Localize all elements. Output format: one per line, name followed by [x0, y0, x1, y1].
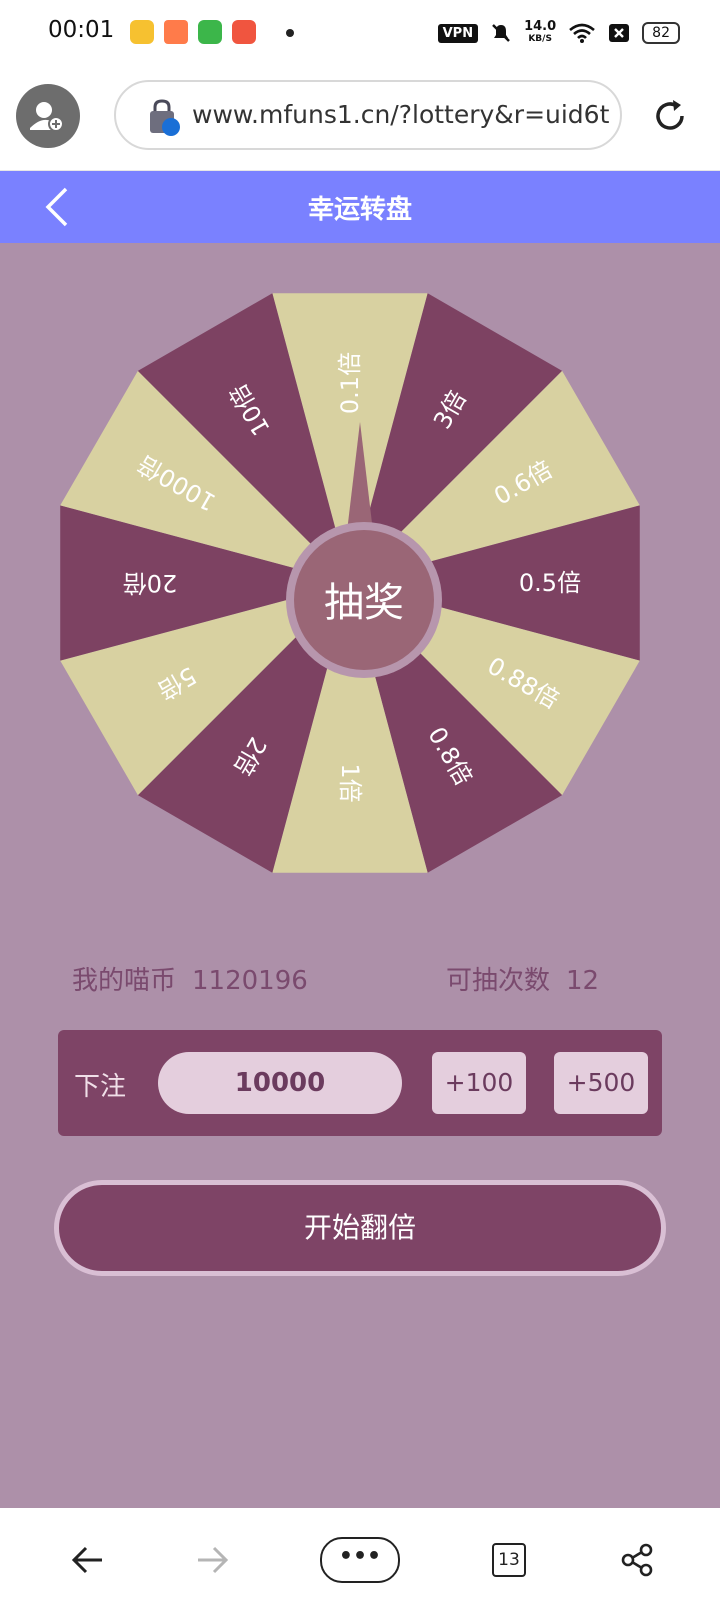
wheel-segment-label: 1倍 — [336, 763, 364, 802]
wheel-segment-label: 20倍 — [123, 569, 178, 597]
mute-icon — [492, 24, 510, 42]
draws-stat: 可抽次数 12 — [446, 960, 599, 997]
site-lock-icon — [150, 99, 180, 136]
add-100-button[interactable]: +100 — [432, 1052, 526, 1114]
reload-icon[interactable] — [650, 96, 690, 136]
status-bar: 00:01 VPN 14.0 KB/S 82 — [0, 0, 720, 66]
net-speed: 14.0 KB/S — [524, 19, 557, 44]
add-500-button[interactable]: +500 — [554, 1052, 648, 1114]
draw-button-label[interactable]: 抽奖 — [280, 570, 448, 628]
status-time: 00:01 — [48, 17, 115, 43]
nav-more-button[interactable]: ••• — [320, 1508, 400, 1612]
bet-amount-input[interactable]: 10000 — [158, 1052, 402, 1114]
sim-off-icon — [609, 24, 630, 42]
page-title: 幸运转盘 — [307, 195, 412, 225]
draws-value: 12 — [566, 966, 600, 996]
wheel-segment-label: 0.1倍 — [336, 352, 364, 414]
game-app-icon — [164, 20, 188, 44]
browser-toolbar: www.mfuns1.cn/?lottery&r=uid6t — [0, 66, 720, 171]
vpn-badge: VPN — [437, 23, 479, 43]
more-icon: ••• — [320, 1537, 400, 1583]
coins-value: 1120196 — [192, 966, 308, 996]
notification-dot-icon — [286, 29, 294, 37]
nav-tabs-button[interactable]: 13 — [484, 1508, 534, 1612]
nav-share-icon[interactable] — [612, 1508, 662, 1612]
wechat-app-icon — [198, 20, 222, 44]
battery-icon: 82 — [642, 22, 680, 44]
nav-back-icon[interactable] — [60, 1508, 114, 1612]
coins-stat: 我的喵币 1120196 — [72, 960, 308, 997]
browser-bottom-nav: ••• 13 — [0, 1508, 720, 1612]
coins-label: 我的喵币 — [72, 966, 177, 996]
address-bar[interactable]: www.mfuns1.cn/?lottery&r=uid6t — [114, 80, 622, 150]
bet-panel: 下注 10000 +100 +500 — [58, 1030, 662, 1136]
wheel-segment-label: 0.5倍 — [519, 569, 581, 597]
nav-forward-icon[interactable] — [186, 1508, 240, 1612]
bet-label: 下注 — [74, 1072, 127, 1102]
tab-count: 13 — [492, 1543, 526, 1577]
url-text: www.mfuns1.cn/?lottery&r=uid6t — [192, 100, 610, 129]
wifi-icon — [569, 23, 596, 43]
music-app-icon — [232, 20, 256, 44]
start-doubling-button[interactable]: 开始翻倍 — [54, 1180, 666, 1276]
page-header: 幸运转盘 — [0, 171, 720, 243]
user-avatar-icon[interactable] — [16, 84, 80, 148]
notes-app-icon — [130, 20, 154, 44]
draws-label: 可抽次数 — [446, 966, 551, 996]
